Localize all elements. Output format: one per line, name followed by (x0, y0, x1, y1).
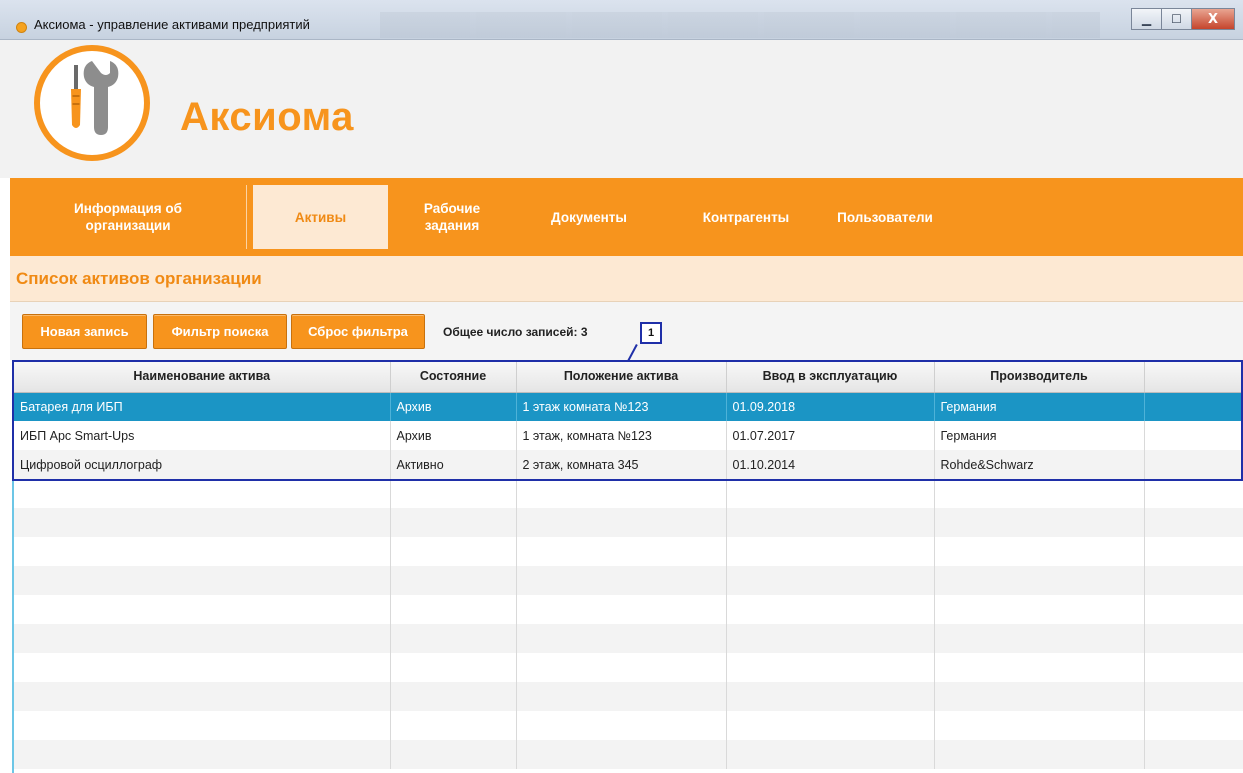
table-row[interactable]: Батарея для ИБП Архив 1 этаж комната №12… (14, 392, 1243, 421)
assets-table: Наименование актива Состояние Положение … (12, 360, 1243, 773)
empty-row (14, 653, 1243, 682)
table-row[interactable]: ИБП Apc Smart-Ups Архив 1 этаж, комната … (14, 421, 1243, 450)
cell-name: Батарея для ИБП (14, 392, 391, 421)
empty-row (14, 682, 1243, 711)
empty-row (14, 537, 1243, 566)
empty-row (14, 479, 1243, 508)
column-header-commissioned[interactable]: Ввод в эксплуатацию (726, 360, 935, 393)
cell-manufacturer: Rohde&Schwarz (934, 450, 1145, 479)
page-title: Список активов организации (16, 269, 262, 288)
nav-contractors[interactable]: Контрагенты (686, 178, 806, 256)
nav-documents[interactable]: Документы (530, 178, 648, 256)
cell-state: Активно (390, 450, 517, 479)
cell-state: Архив (390, 392, 517, 421)
cell-name: Цифровой осциллограф (14, 450, 391, 479)
cell-commissioned: 01.10.2014 (726, 450, 935, 479)
app-status-icon (16, 22, 27, 33)
empty-row (14, 566, 1243, 595)
annotation-marker: 1 (640, 322, 662, 344)
record-count: Общее число записей: 3 (443, 325, 588, 339)
column-header-name[interactable]: Наименование актива (14, 360, 391, 393)
nav-organization-info[interactable]: Информация об организации (10, 178, 246, 256)
nav-separator (246, 185, 247, 249)
background-taskbar-tabs (380, 12, 1100, 38)
page-header: Список активов организации (10, 256, 1243, 302)
column-header-filler (1144, 360, 1243, 393)
app-name: Аксиома (180, 95, 354, 139)
empty-row (14, 508, 1243, 537)
empty-row (14, 595, 1243, 624)
empty-row (14, 711, 1243, 740)
app-header: Аксиома (0, 40, 1243, 178)
window-title: Аксиома - управление активами предприяти… (34, 17, 310, 32)
nav-assets[interactable]: Активы (253, 185, 388, 249)
cell-name: ИБП Apc Smart-Ups (14, 421, 391, 450)
empty-row (14, 740, 1243, 769)
cell-commissioned: 01.09.2018 (726, 392, 935, 421)
cell-location: 2 этаж, комната 345 (516, 450, 727, 479)
cell-filler (1144, 392, 1243, 421)
tools-icon (34, 45, 150, 161)
minimize-icon[interactable]: ▁ (1131, 8, 1161, 30)
column-header-state[interactable]: Состояние (390, 360, 517, 393)
cell-manufacturer: Германия (934, 421, 1145, 450)
cell-filler (1144, 421, 1243, 450)
cell-commissioned: 01.07.2017 (726, 421, 935, 450)
nav-users[interactable]: Пользователи (810, 178, 960, 256)
reset-filter-button[interactable]: Сброс фильтра (291, 314, 425, 349)
close-icon[interactable]: X (1191, 8, 1235, 30)
column-header-location[interactable]: Положение актива (516, 360, 727, 393)
maximize-icon[interactable]: ☐ (1161, 8, 1191, 30)
window-titlebar: Аксиома - управление активами предприяти… (0, 0, 1243, 40)
cell-location: 1 этаж комната №123 (516, 392, 727, 421)
cell-state: Архив (390, 421, 517, 450)
main-nav: Информация об организации Активы Рабочие… (10, 178, 1243, 256)
column-header-manufacturer[interactable]: Производитель (934, 360, 1145, 393)
toolbar: Новая запись Фильтр поиска Сброс фильтра… (10, 302, 1243, 365)
search-filter-button[interactable]: Фильтр поиска (153, 314, 287, 349)
table-row[interactable]: Цифровой осциллограф Активно 2 этаж, ком… (14, 450, 1243, 479)
cell-location: 1 этаж, комната №123 (516, 421, 727, 450)
new-record-button[interactable]: Новая запись (22, 314, 147, 349)
nav-work-tasks[interactable]: Рабочие задания (402, 178, 502, 256)
window-controls: ▁ ☐ X (1131, 8, 1235, 30)
cell-filler (1144, 450, 1243, 479)
table-header-row: Наименование актива Состояние Положение … (14, 360, 1243, 393)
empty-row (14, 624, 1243, 653)
cell-manufacturer: Германия (934, 392, 1145, 421)
